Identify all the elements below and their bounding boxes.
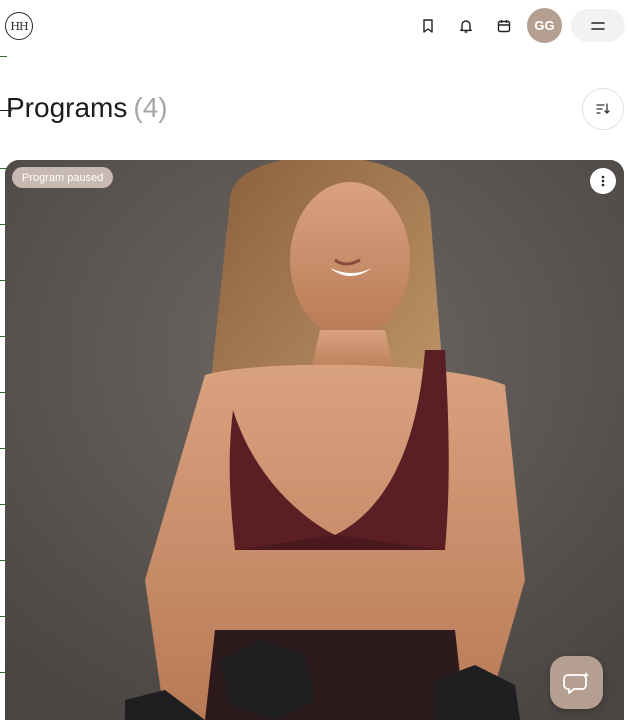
page-title-text: Programs [6,92,128,123]
card-options-button[interactable] [590,168,616,194]
sort-icon [596,103,610,114]
status-badge-label: Program paused [22,171,104,184]
bell-icon[interactable] [455,15,477,37]
brand-logo-icon[interactable]: HH [5,12,33,40]
chat-bubble-icon [562,671,589,694]
avatar-initials: GG [534,18,555,33]
bookmark-icon[interactable] [417,15,439,37]
brand-logo-text: HH [10,19,28,33]
status-badge: Program paused [12,167,114,188]
page-title: Programs (4) [6,92,168,124]
chat-button[interactable] [550,656,603,709]
user-avatar[interactable]: GG [527,8,562,43]
calendar-icon[interactable] [493,15,515,37]
more-vertical-icon [601,175,605,187]
program-cover-image [5,160,624,720]
hamburger-menu-icon [591,21,605,30]
page-header: Programs (4) [0,86,628,132]
sort-button[interactable] [582,88,624,130]
gutter-divider [0,56,7,57]
top-navigation-bar: HH GG [0,0,628,52]
program-card[interactable]: Program paused [5,160,624,720]
program-count: (4) [133,92,168,123]
menu-button[interactable] [571,9,625,42]
